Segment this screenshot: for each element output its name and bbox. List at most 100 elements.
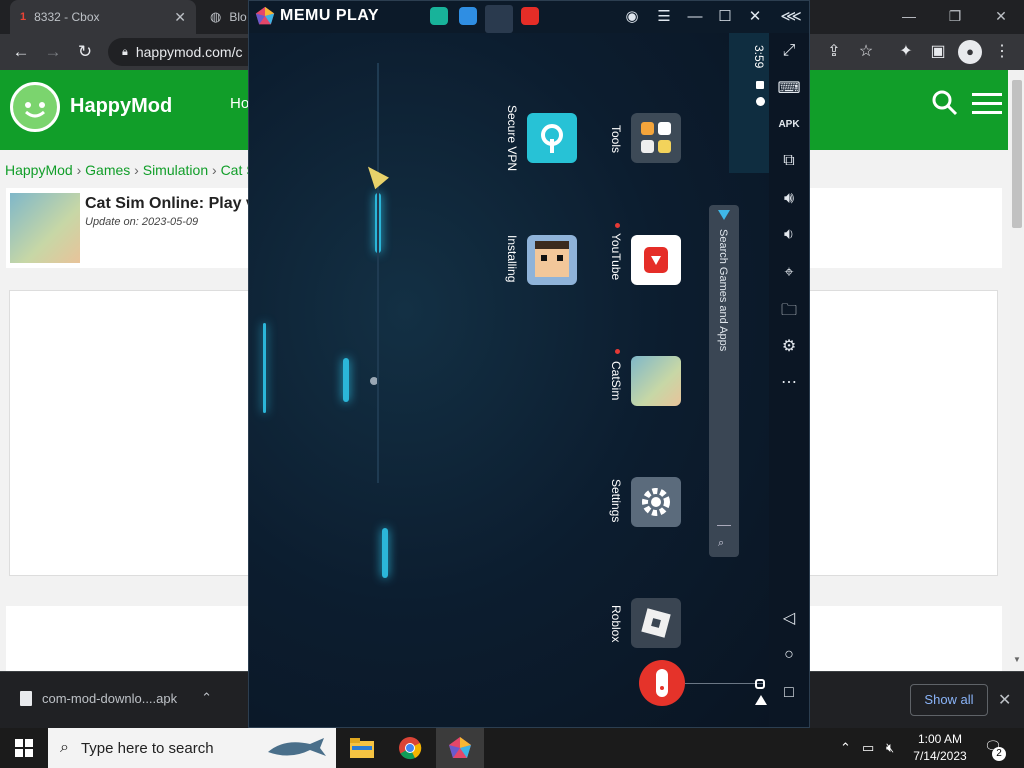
scroll-down-icon[interactable]: ▼ bbox=[1013, 655, 1021, 664]
maximize-icon[interactable]: ☐ bbox=[713, 5, 737, 29]
minimize-icon[interactable]: — bbox=[886, 0, 932, 32]
memu-tab-youtube-icon[interactable] bbox=[521, 7, 539, 25]
collapse-sidebar-icon[interactable]: ⋘ bbox=[779, 5, 803, 29]
search-icon: ⌕ bbox=[60, 739, 69, 756]
app-label-catsim: CatSim bbox=[609, 361, 623, 401]
status-notification-icon bbox=[756, 81, 764, 89]
breadcrumb: HappyMod › Games › Simulation › Cat Sim bbox=[5, 162, 271, 178]
game-controller-button[interactable] bbox=[639, 660, 685, 706]
youtube-icon[interactable] bbox=[631, 235, 681, 285]
site-brand[interactable]: HappyMod bbox=[70, 95, 172, 118]
app-label-youtube: YouTube bbox=[609, 233, 623, 281]
fullscreen-icon[interactable]: ⤢ bbox=[777, 39, 801, 63]
restore-icon[interactable]: ❐ bbox=[932, 0, 978, 32]
profile-avatar[interactable]: ● bbox=[958, 40, 982, 64]
breadcrumb-item[interactable]: Simulation bbox=[143, 162, 208, 178]
lock-icon: 🔒︎ bbox=[122, 45, 128, 58]
tab-blog[interactable]: ◍ Blo bbox=[200, 0, 250, 34]
roblox-icon[interactable] bbox=[631, 598, 681, 648]
search-placeholder: Search Games and Apps bbox=[717, 229, 729, 352]
nav-home-link[interactable]: Ho bbox=[230, 95, 249, 112]
scrollbar-thumb[interactable] bbox=[1012, 80, 1022, 228]
url-text: happymod.com/c bbox=[135, 44, 243, 60]
divider bbox=[717, 525, 731, 526]
settings-icon[interactable]: ⚙ bbox=[777, 335, 801, 359]
android-screen[interactable]: Secure VPN Tools Installing YouTube CatS… bbox=[249, 33, 769, 727]
memu-window: MEMU PLAY ◉ ☰ — ☐ ✕ ⋘ Secure VPN Tools I… bbox=[248, 0, 810, 728]
installing-app-icon bbox=[527, 235, 577, 285]
account-icon[interactable]: ◉ bbox=[620, 5, 644, 29]
status-time: 3:59 bbox=[752, 45, 766, 69]
volume-muted-icon[interactable]: 🔇︎ bbox=[886, 740, 894, 756]
menu-icon[interactable]: ☰ bbox=[652, 5, 676, 29]
app-title: Cat Sim Online: Play v bbox=[85, 195, 255, 212]
whale-icon bbox=[264, 736, 328, 760]
show-all-button[interactable]: Show all bbox=[910, 684, 988, 716]
memu-sidebar: ⤢ ⌨ APK ⧉ 🔊︎ 🔉︎ ⌖ 🗀 ⚙ ⋯ ◁ ○ □ bbox=[769, 33, 809, 727]
side-panel-icon[interactable]: ▣ bbox=[926, 40, 950, 64]
keyboard-icon[interactable]: ⌨ bbox=[777, 77, 801, 101]
clock-date: 7/14/2023 bbox=[913, 749, 967, 763]
new-badge-dot bbox=[615, 349, 620, 354]
extensions-icon[interactable]: ✦ bbox=[894, 40, 918, 64]
memu-tab-installing-icon[interactable] bbox=[485, 5, 513, 33]
hamburger-menu-icon[interactable] bbox=[972, 92, 1002, 116]
star-icon[interactable]: ☆ bbox=[854, 40, 878, 64]
tools-grid-icon[interactable] bbox=[631, 113, 681, 163]
windows-taskbar: ⌕ Type here to search ⌃ ▭ 🔇︎ 1:00 AM 7/1… bbox=[0, 728, 1024, 768]
download-item[interactable]: com-mod-downlo....apk ⌃ bbox=[20, 690, 212, 706]
breadcrumb-item[interactable]: HappyMod bbox=[5, 162, 73, 178]
volume-up-icon[interactable]: 🔊︎ bbox=[777, 187, 801, 211]
globe-icon: ◍ bbox=[210, 9, 222, 24]
tray-chevron-icon[interactable]: ⌃ bbox=[840, 740, 851, 756]
search-icon[interactable] bbox=[930, 88, 960, 118]
search-games-bar[interactable]: Search Games and Apps ⌕ bbox=[709, 205, 739, 557]
gamepad-icon bbox=[656, 669, 668, 697]
close-download-bar-icon[interactable]: ✕ bbox=[998, 690, 1011, 710]
back-arrow-icon[interactable]: ← bbox=[8, 40, 34, 64]
memu-tab-chat-icon[interactable] bbox=[459, 7, 477, 25]
close-icon[interactable]: ✕ bbox=[978, 0, 1024, 32]
tab-cbox[interactable]: 1 8332 - Cbox ✕ bbox=[10, 0, 196, 34]
folder-icon[interactable]: 🗀 bbox=[777, 299, 801, 323]
reload-icon[interactable]: ↻ bbox=[72, 40, 98, 64]
location-icon[interactable]: ⌖ bbox=[777, 261, 801, 285]
taskbar-search-box[interactable]: ⌕ Type here to search bbox=[48, 728, 336, 768]
secure-vpn-icon[interactable] bbox=[527, 113, 577, 163]
chevron-up-icon[interactable]: ⌃ bbox=[201, 690, 212, 706]
chrome-menu-icon[interactable]: ⋮ bbox=[990, 40, 1014, 64]
memu-titlebar[interactable]: MEMU PLAY ◉ ☰ — ☐ ✕ ⋘ bbox=[249, 1, 809, 33]
decor-line bbox=[377, 63, 379, 483]
notification-count-badge: 2 bbox=[992, 747, 1006, 761]
system-clock[interactable]: 1:00 AM 7/14/2023 bbox=[908, 731, 972, 765]
share-icon[interactable]: ⇪ bbox=[822, 40, 846, 64]
forward-arrow-icon[interactable]: → bbox=[40, 40, 66, 64]
network-icon[interactable]: ▭ bbox=[862, 740, 874, 756]
multi-instance-icon[interactable]: ⧉ bbox=[777, 149, 801, 173]
recents-icon[interactable]: □ bbox=[777, 681, 801, 705]
catsim-icon[interactable] bbox=[631, 356, 681, 406]
page-scrollbar[interactable]: ▼ bbox=[1010, 70, 1024, 671]
memu-tab-tools-icon[interactable] bbox=[430, 7, 448, 25]
settings-gear-icon[interactable] bbox=[631, 477, 681, 527]
memu-brand: MEMU PLAY bbox=[280, 7, 380, 24]
home-icon[interactable]: ○ bbox=[777, 643, 801, 667]
windows-start-icon[interactable] bbox=[0, 728, 48, 768]
status-wifi-icon bbox=[755, 695, 767, 705]
close-tab-icon[interactable]: ✕ bbox=[174, 9, 186, 26]
minimize-icon[interactable]: — bbox=[683, 5, 707, 29]
breadcrumb-item[interactable]: Games bbox=[85, 162, 130, 178]
close-icon[interactable]: ✕ bbox=[743, 5, 767, 29]
status-shield-icon bbox=[756, 97, 765, 106]
back-icon[interactable]: ◁ bbox=[777, 607, 801, 631]
app-label-settings: Settings bbox=[609, 479, 623, 523]
happymod-logo-icon[interactable] bbox=[10, 82, 60, 132]
volume-down-icon[interactable]: 🔉︎ bbox=[777, 223, 801, 247]
search-icon: ⌕ bbox=[718, 537, 725, 549]
apk-icon[interactable]: APK bbox=[777, 113, 801, 137]
more-icon[interactable]: ⋯ bbox=[777, 371, 801, 395]
memu-taskbar-icon[interactable] bbox=[436, 728, 484, 768]
app-thumbnail bbox=[10, 193, 80, 263]
file-explorer-icon[interactable] bbox=[338, 728, 386, 768]
chrome-icon[interactable] bbox=[386, 728, 434, 768]
